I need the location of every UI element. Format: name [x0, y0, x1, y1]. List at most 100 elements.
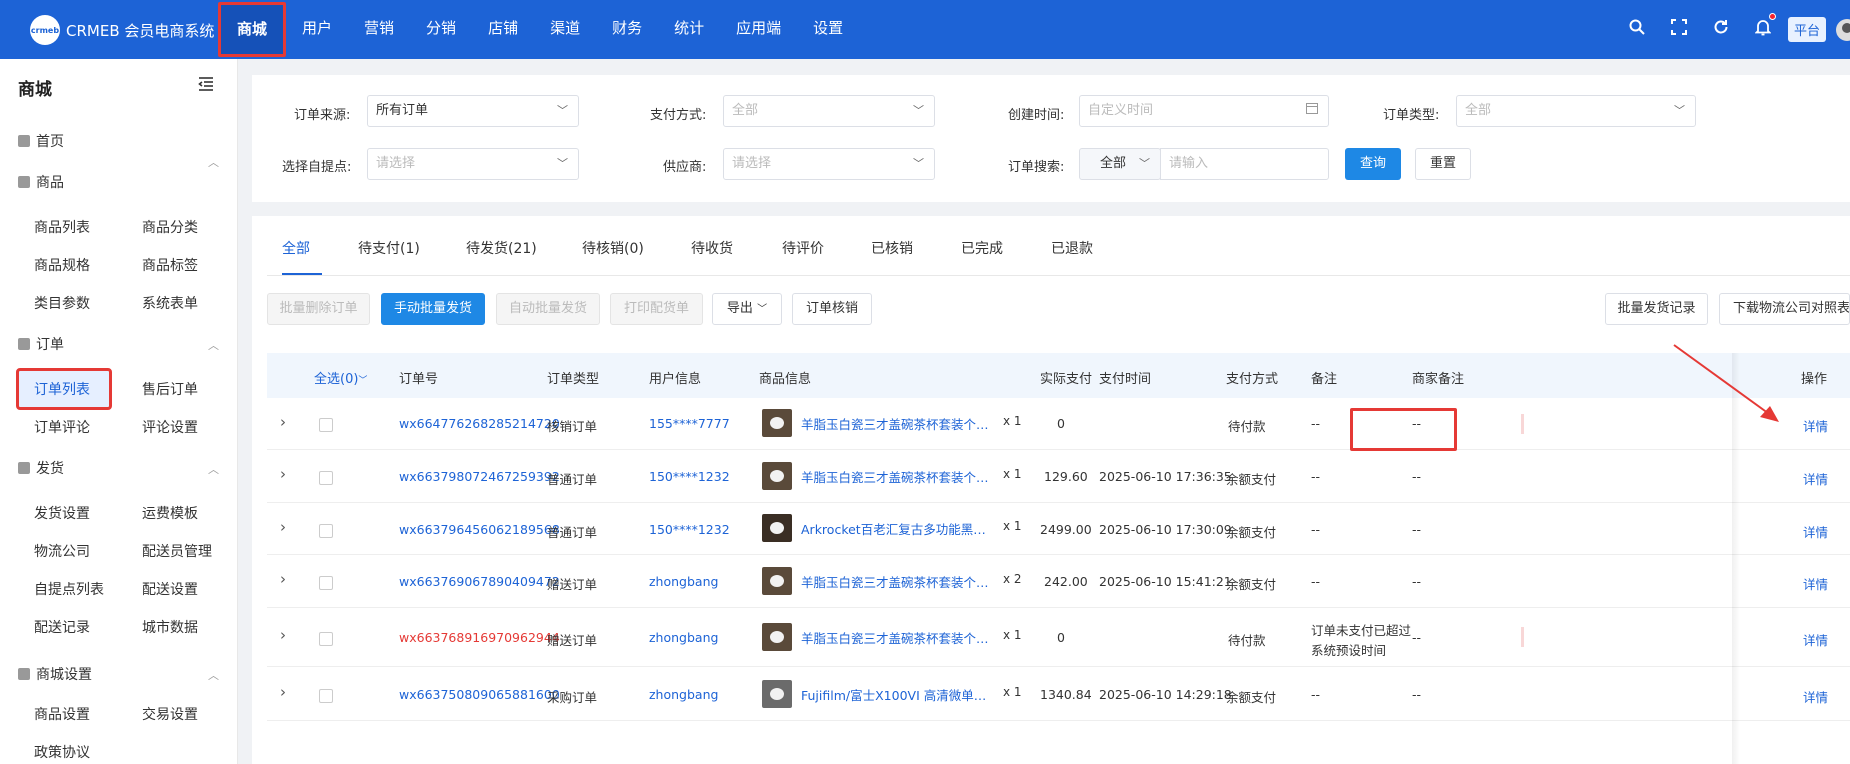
chevron-right-icon[interactable]: ›	[280, 683, 286, 701]
batch-ship-records-button[interactable]: 批量发货记录	[1605, 293, 1708, 325]
sidebar-item-ship-settings[interactable]: 发货设置	[34, 503, 90, 523]
type-select[interactable]: 全部 ﹀	[1456, 95, 1696, 127]
created-date-picker[interactable]: 自定义时间	[1079, 95, 1329, 127]
tab-pending-verify[interactable]: 待核销(0)	[582, 238, 644, 258]
order-no[interactable]: wx663750809065881600	[399, 687, 560, 702]
download-logistics-button[interactable]: 下载物流公司对照表	[1719, 293, 1850, 325]
user-info[interactable]: zhongbang	[649, 630, 718, 645]
menu-collapse-icon[interactable]	[198, 76, 214, 96]
row-checkbox[interactable]	[319, 576, 333, 590]
sidebar-group-product[interactable]: 商品	[18, 172, 64, 192]
nav-users[interactable]: 用户	[286, 0, 348, 59]
nav-apps[interactable]: 应用端	[720, 0, 797, 59]
nav-store[interactable]: 店铺	[472, 0, 534, 59]
platform-switch-button[interactable]: 平台	[1787, 17, 1826, 42]
chevron-right-icon[interactable]: ›	[280, 465, 286, 483]
tab-refunded[interactable]: 已退款	[1051, 238, 1093, 258]
sidebar-item-policy[interactable]: 政策协议	[34, 742, 90, 762]
fullscreen-icon[interactable]	[1658, 19, 1700, 40]
sidebar-item-product-settings[interactable]: 商品设置	[34, 704, 90, 724]
detail-link[interactable]: 详情	[1803, 416, 1828, 435]
row-checkbox[interactable]	[319, 689, 333, 703]
sidebar-item-order-list[interactable]: 订单列表	[16, 368, 112, 410]
user-info[interactable]: 155****7777	[649, 416, 730, 431]
product-name[interactable]: Fujifilm/富士X100VI 高清微单数码相机随...	[801, 685, 997, 704]
user-info[interactable]: 150****1232	[649, 469, 730, 484]
order-no[interactable]: wx663796456062189568	[399, 522, 560, 537]
sidebar-item-freight-template[interactable]: 运费模板	[142, 503, 198, 523]
tab-completed[interactable]: 已完成	[961, 238, 1003, 258]
chevron-right-icon[interactable]: ›	[280, 413, 286, 431]
tab-all[interactable]: 全部	[282, 238, 310, 258]
table-row[interactable]: › wx663769067890409472 赠送订单 zhongbang 羊脂…	[267, 555, 1850, 608]
table-row[interactable]: › wx663798072467259392 普通订单 150****1232 …	[267, 450, 1850, 503]
sidebar-item-product-list[interactable]: 商品列表	[34, 217, 90, 237]
user-info[interactable]: 150****1232	[649, 522, 730, 537]
sidebar-group-order[interactable]: 订单	[18, 334, 64, 354]
nav-statistics[interactable]: 统计	[658, 0, 720, 59]
detail-link[interactable]: 详情	[1803, 522, 1828, 541]
detail-link[interactable]: 详情	[1803, 469, 1828, 488]
chevron-up-icon[interactable]: ︿	[208, 461, 219, 477]
order-no[interactable]: wx664776268285214720	[399, 416, 560, 431]
user-info[interactable]: zhongbang	[649, 687, 718, 702]
sidebar-item-delivery-settings[interactable]: 配送设置	[142, 579, 198, 599]
sidebar-item-product-spec[interactable]: 商品规格	[34, 255, 90, 275]
user-info[interactable]: zhongbang	[649, 574, 718, 589]
manual-batch-ship-button[interactable]: 手动批量发货	[381, 293, 485, 325]
sidebar-item-logistics[interactable]: 物流公司	[34, 541, 90, 561]
tab-pending-payment[interactable]: 待支付(1)	[358, 238, 420, 258]
print-picking-button[interactable]: 打印配货单	[610, 293, 703, 325]
tab-verified[interactable]: 已核销	[871, 238, 913, 258]
sidebar-item-pickup-points[interactable]: 自提点列表	[34, 579, 104, 599]
row-checkbox[interactable]	[319, 471, 333, 485]
pay-select[interactable]: 全部 ﹀	[723, 95, 935, 127]
source-select[interactable]: 所有订单 ﹀	[367, 95, 579, 127]
product-name[interactable]: 羊脂玉白瓷三才盖碗茶杯套装个人专用不...	[801, 628, 997, 647]
detail-link[interactable]: 详情	[1803, 574, 1828, 593]
sidebar-item-courier[interactable]: 配送员管理	[142, 541, 212, 561]
sidebar-item-review-settings[interactable]: 评论设置	[142, 417, 198, 437]
chevron-up-icon[interactable]: ︿	[208, 154, 219, 170]
chevron-right-icon[interactable]: ›	[280, 626, 286, 644]
table-row[interactable]: › wx663750809065881600 采购订单 zhongbang Fu…	[267, 667, 1850, 721]
tab-pending-review[interactable]: 待评价	[782, 238, 824, 258]
sidebar-item-delivery-records[interactable]: 配送记录	[34, 617, 90, 637]
product-name[interactable]: 羊脂玉白瓷三才盖碗茶杯套装个人专用不...	[801, 572, 997, 591]
avatar[interactable]	[1836, 18, 1850, 41]
row-checkbox[interactable]	[319, 632, 333, 646]
chevron-right-icon[interactable]: ›	[280, 518, 286, 536]
sidebar-item-trade-settings[interactable]: 交易设置	[142, 704, 198, 724]
nav-settings[interactable]: 设置	[797, 0, 859, 59]
product-name[interactable]: 羊脂玉白瓷三才盖碗茶杯套装个人专用不...	[801, 414, 997, 433]
query-button[interactable]: 查询	[1345, 148, 1401, 180]
search-scope-select[interactable]: 全部 ﹀	[1079, 148, 1161, 180]
order-verify-button[interactable]: 订单核销	[792, 293, 872, 325]
sidebar-item-product-tag[interactable]: 商品标签	[142, 255, 198, 275]
reset-button[interactable]: 重置	[1415, 148, 1471, 180]
row-checkbox[interactable]	[319, 418, 333, 432]
sidebar-item-system-form[interactable]: 系统表单	[142, 293, 198, 313]
detail-link[interactable]: 详情	[1803, 687, 1828, 706]
table-row[interactable]: › wx663796456062189568 普通订单 150****1232 …	[267, 503, 1850, 555]
chevron-up-icon[interactable]: ︿	[208, 337, 219, 353]
chevron-up-icon[interactable]: ︿	[208, 667, 219, 683]
chevron-right-icon[interactable]: ›	[280, 570, 286, 588]
batch-delete-button[interactable]: 批量删除订单	[267, 293, 370, 325]
sidebar-item-product-category[interactable]: 商品分类	[142, 217, 198, 237]
nav-marketing[interactable]: 营销	[348, 0, 410, 59]
sidebar-item-category-params[interactable]: 类目参数	[34, 293, 90, 313]
select-all[interactable]: 全选(0)﹀	[314, 368, 367, 387]
tab-pending-receipt[interactable]: 待收货	[691, 238, 733, 258]
table-row[interactable]: › wx663768916970962944 赠送订单 zhongbang 羊脂…	[267, 608, 1850, 667]
nav-mall[interactable]: 商城	[218, 2, 287, 57]
sidebar-group-mall-settings[interactable]: 商城设置	[18, 664, 92, 684]
search-icon[interactable]	[1616, 19, 1658, 40]
supplier-select[interactable]: 请选择 ﹀	[723, 148, 935, 180]
nav-channel[interactable]: 渠道	[534, 0, 596, 59]
product-name[interactable]: 羊脂玉白瓷三才盖碗茶杯套装个人专用不...	[801, 467, 997, 486]
row-checkbox[interactable]	[319, 524, 333, 538]
search-input[interactable]: 请输入	[1160, 148, 1329, 180]
sidebar-item-home[interactable]: 首页	[18, 131, 64, 151]
sidebar-group-ship[interactable]: 发货	[18, 458, 64, 478]
